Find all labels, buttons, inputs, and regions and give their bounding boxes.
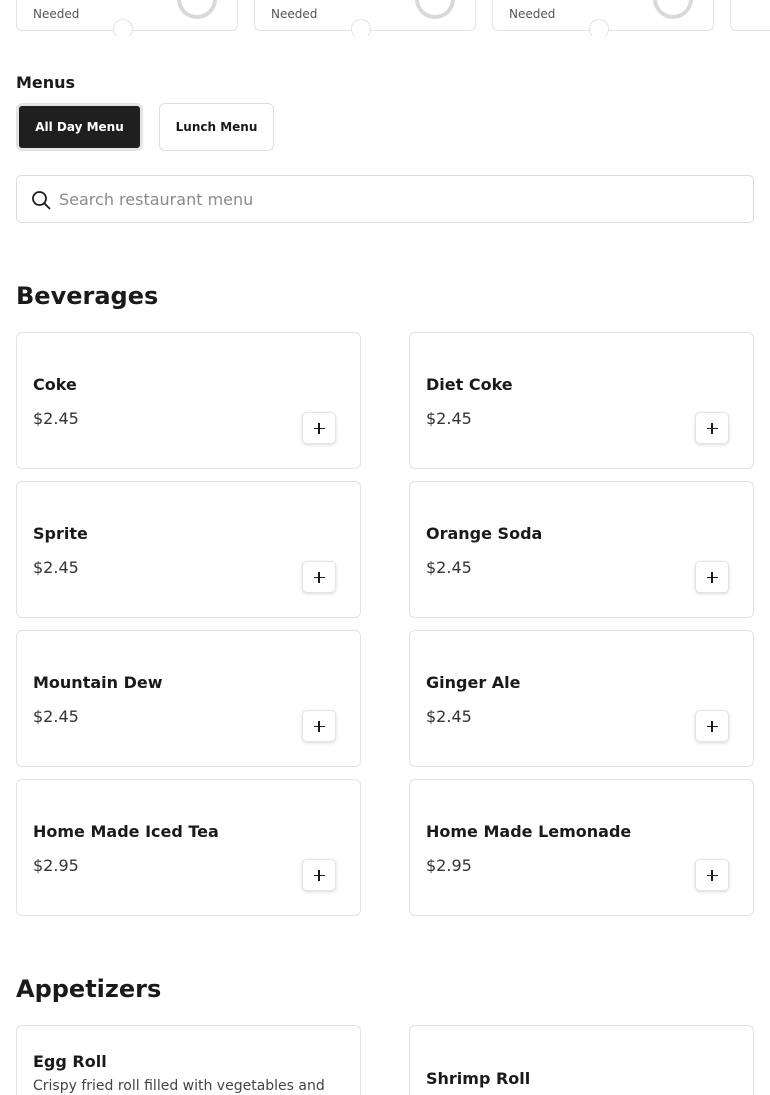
- item-name: Home Made Iced Tea: [33, 822, 219, 841]
- menu-item-card[interactable]: Coke $2.45: [16, 332, 361, 469]
- search-input[interactable]: [59, 182, 739, 216]
- plus-icon: [313, 720, 325, 732]
- status-card[interactable]: Needed: [16, 0, 238, 39]
- item-price: $2.45: [426, 707, 472, 726]
- menu-item-card[interactable]: Mountain Dew $2.45: [16, 630, 361, 767]
- item-price: $2.45: [426, 409, 472, 428]
- plus-icon: [706, 869, 718, 881]
- add-item-button[interactable]: [302, 412, 336, 444]
- add-item-button[interactable]: [695, 710, 729, 742]
- menu-item-card[interactable]: Ginger Ale $2.45: [409, 630, 754, 767]
- status-card-partial[interactable]: [730, 0, 770, 31]
- item-description: Crispy fried roll filled with vegetables…: [33, 1078, 325, 1094]
- item-price: $2.45: [33, 409, 79, 428]
- status-label: Needed: [271, 7, 318, 21]
- add-item-button[interactable]: [695, 561, 729, 593]
- plus-icon: [313, 571, 325, 583]
- menu-item-card[interactable]: Home Made Iced Tea $2.95: [16, 779, 361, 916]
- menu-item-card[interactable]: Diet Coke $2.45: [409, 332, 754, 469]
- progress-ring-icon: [415, 0, 455, 19]
- item-price: $2.95: [33, 856, 79, 875]
- progress-ring-icon: [177, 0, 217, 19]
- item-price: $2.45: [33, 558, 79, 577]
- plus-icon: [313, 422, 325, 434]
- menu-item-card[interactable]: Sprite $2.45: [16, 481, 361, 618]
- tab-all-day-menu[interactable]: All Day Menu: [16, 103, 143, 151]
- item-price: $2.45: [426, 558, 472, 577]
- menu-item-card[interactable]: Egg Roll Crispy fried roll filled with v…: [16, 1025, 361, 1095]
- indicator-dot-icon: [351, 19, 371, 39]
- add-item-button[interactable]: [302, 859, 336, 891]
- item-name: Diet Coke: [426, 375, 513, 394]
- section-title-beverages: Beverages: [16, 282, 159, 310]
- plus-icon: [313, 869, 325, 881]
- plus-icon: [706, 571, 718, 583]
- section-title-appetizers: Appetizers: [16, 975, 162, 1003]
- item-name: Ginger Ale: [426, 673, 521, 692]
- tab-lunch-menu[interactable]: Lunch Menu: [159, 103, 274, 151]
- menus-heading: Menus: [16, 73, 76, 92]
- indicator-dot-icon: [589, 19, 609, 39]
- status-card[interactable]: Needed: [492, 0, 714, 39]
- item-name: Orange Soda: [426, 524, 543, 543]
- item-name: Coke: [33, 375, 77, 394]
- order-status-strip: Needed Needed Needed: [0, 0, 770, 40]
- menu-item-card[interactable]: Shrimp Roll: [409, 1025, 754, 1095]
- indicator-dot-icon: [113, 19, 133, 39]
- status-card[interactable]: Needed: [254, 0, 476, 39]
- menu-search-bar: [16, 175, 754, 223]
- status-label: Needed: [33, 7, 80, 21]
- item-name: Home Made Lemonade: [426, 822, 632, 841]
- menu-item-card[interactable]: Orange Soda $2.45: [409, 481, 754, 618]
- plus-icon: [706, 422, 718, 434]
- item-price: $2.95: [426, 856, 472, 875]
- item-name: Mountain Dew: [33, 673, 163, 692]
- plus-icon: [706, 720, 718, 732]
- add-item-button[interactable]: [695, 859, 729, 891]
- item-name: Sprite: [33, 524, 88, 543]
- add-item-button[interactable]: [695, 412, 729, 444]
- item-name: Egg Roll: [33, 1052, 107, 1071]
- status-label: Needed: [509, 7, 556, 21]
- add-item-button[interactable]: [302, 561, 336, 593]
- item-name: Shrimp Roll: [426, 1069, 531, 1088]
- item-price: $2.45: [33, 707, 79, 726]
- add-item-button[interactable]: [302, 710, 336, 742]
- progress-ring-icon: [653, 0, 693, 19]
- search-icon: [32, 191, 51, 210]
- menu-item-card[interactable]: Home Made Lemonade $2.95: [409, 779, 754, 916]
